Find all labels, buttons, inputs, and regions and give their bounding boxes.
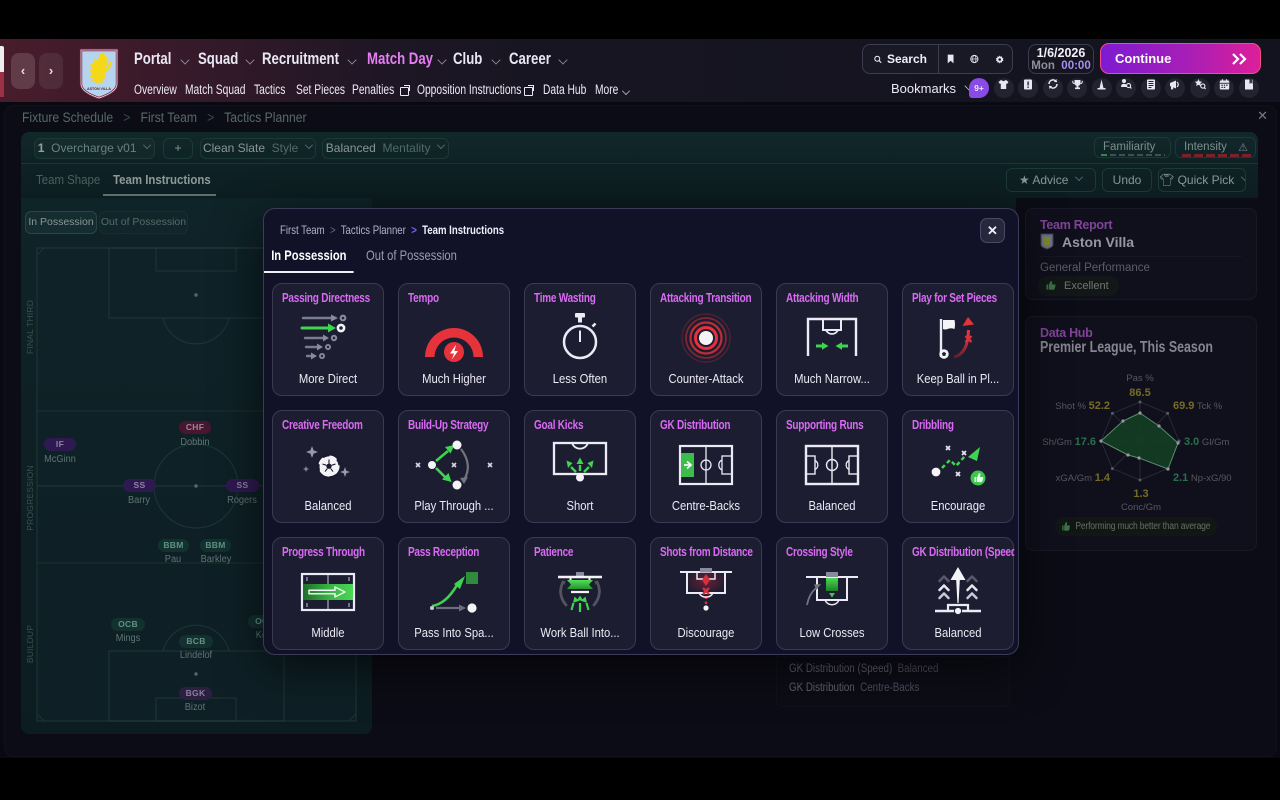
svg-text:ASTON VILLA: ASTON VILLA: [87, 87, 111, 91]
